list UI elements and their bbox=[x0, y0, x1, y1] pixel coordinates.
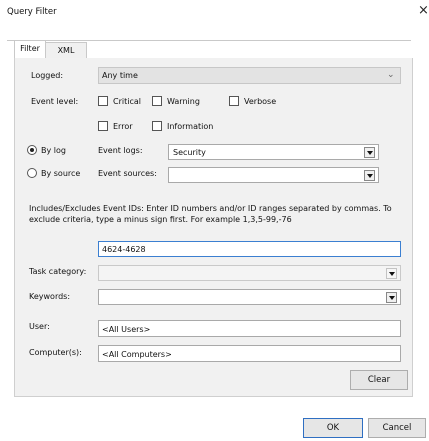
event-ids-description: Includes/Excludes Event IDs: Enter ID nu… bbox=[29, 204, 392, 224]
ok-button[interactable]: OK bbox=[303, 418, 363, 438]
dropdown-arrow-icon[interactable] bbox=[364, 147, 375, 158]
event-logs-label: Event logs: bbox=[98, 146, 143, 155]
logged-value: Any time bbox=[102, 71, 138, 80]
user-input[interactable]: <All Users> bbox=[98, 320, 401, 337]
computers-label: Computer(s): bbox=[29, 348, 82, 357]
dropdown-arrow-icon[interactable] bbox=[386, 292, 397, 303]
clear-button[interactable]: Clear bbox=[350, 370, 408, 390]
event-sources-select[interactable] bbox=[168, 167, 379, 183]
event-ids-value: 4624-4628 bbox=[102, 245, 146, 254]
tab-bar-divider bbox=[7, 40, 411, 41]
computers-value: <All Computers> bbox=[102, 350, 172, 359]
dropdown-arrow-icon[interactable] bbox=[364, 170, 375, 181]
logged-label: Logged: bbox=[31, 71, 64, 80]
event-sources-label: Event sources: bbox=[98, 169, 157, 178]
warning-label: Warning bbox=[167, 97, 200, 106]
event-logs-select[interactable]: Security bbox=[168, 144, 379, 160]
title-bar bbox=[0, 0, 429, 23]
verbose-checkbox[interactable] bbox=[229, 96, 239, 106]
verbose-label: Verbose bbox=[244, 97, 277, 106]
dropdown-arrow-icon bbox=[386, 268, 397, 279]
critical-label: Critical bbox=[113, 97, 141, 106]
task-category-label: Task category: bbox=[29, 267, 87, 276]
error-label: Error bbox=[113, 122, 133, 131]
tab-filter[interactable]: Filter bbox=[14, 40, 46, 59]
event-level-label: Event level: bbox=[31, 97, 79, 106]
by-source-label: By source bbox=[41, 169, 81, 178]
user-label: User: bbox=[29, 322, 50, 331]
logged-select[interactable]: Any time ⌄ bbox=[98, 67, 401, 84]
by-log-radio[interactable] bbox=[27, 145, 37, 155]
keywords-select[interactable] bbox=[98, 289, 401, 305]
by-source-radio[interactable] bbox=[27, 168, 37, 178]
by-log-label: By log bbox=[41, 146, 66, 155]
error-checkbox[interactable] bbox=[98, 121, 108, 131]
computers-input[interactable]: <All Computers> bbox=[98, 345, 401, 362]
keywords-label: Keywords: bbox=[29, 292, 71, 301]
chevron-down-icon: ⌄ bbox=[387, 70, 395, 80]
event-ids-input[interactable]: 4624-4628 bbox=[98, 241, 401, 257]
window-title: Query Filter bbox=[7, 7, 57, 17]
event-logs-value: Security bbox=[173, 148, 206, 157]
critical-checkbox[interactable] bbox=[98, 96, 108, 106]
cancel-button[interactable]: Cancel bbox=[368, 418, 426, 438]
close-icon[interactable]: × bbox=[418, 4, 429, 18]
warning-checkbox[interactable] bbox=[152, 96, 162, 106]
information-checkbox[interactable] bbox=[152, 121, 162, 131]
tab-xml[interactable]: XML bbox=[45, 42, 87, 59]
information-label: Information bbox=[167, 122, 214, 131]
user-value: <All Users> bbox=[102, 325, 151, 334]
task-category-select[interactable] bbox=[98, 265, 401, 281]
